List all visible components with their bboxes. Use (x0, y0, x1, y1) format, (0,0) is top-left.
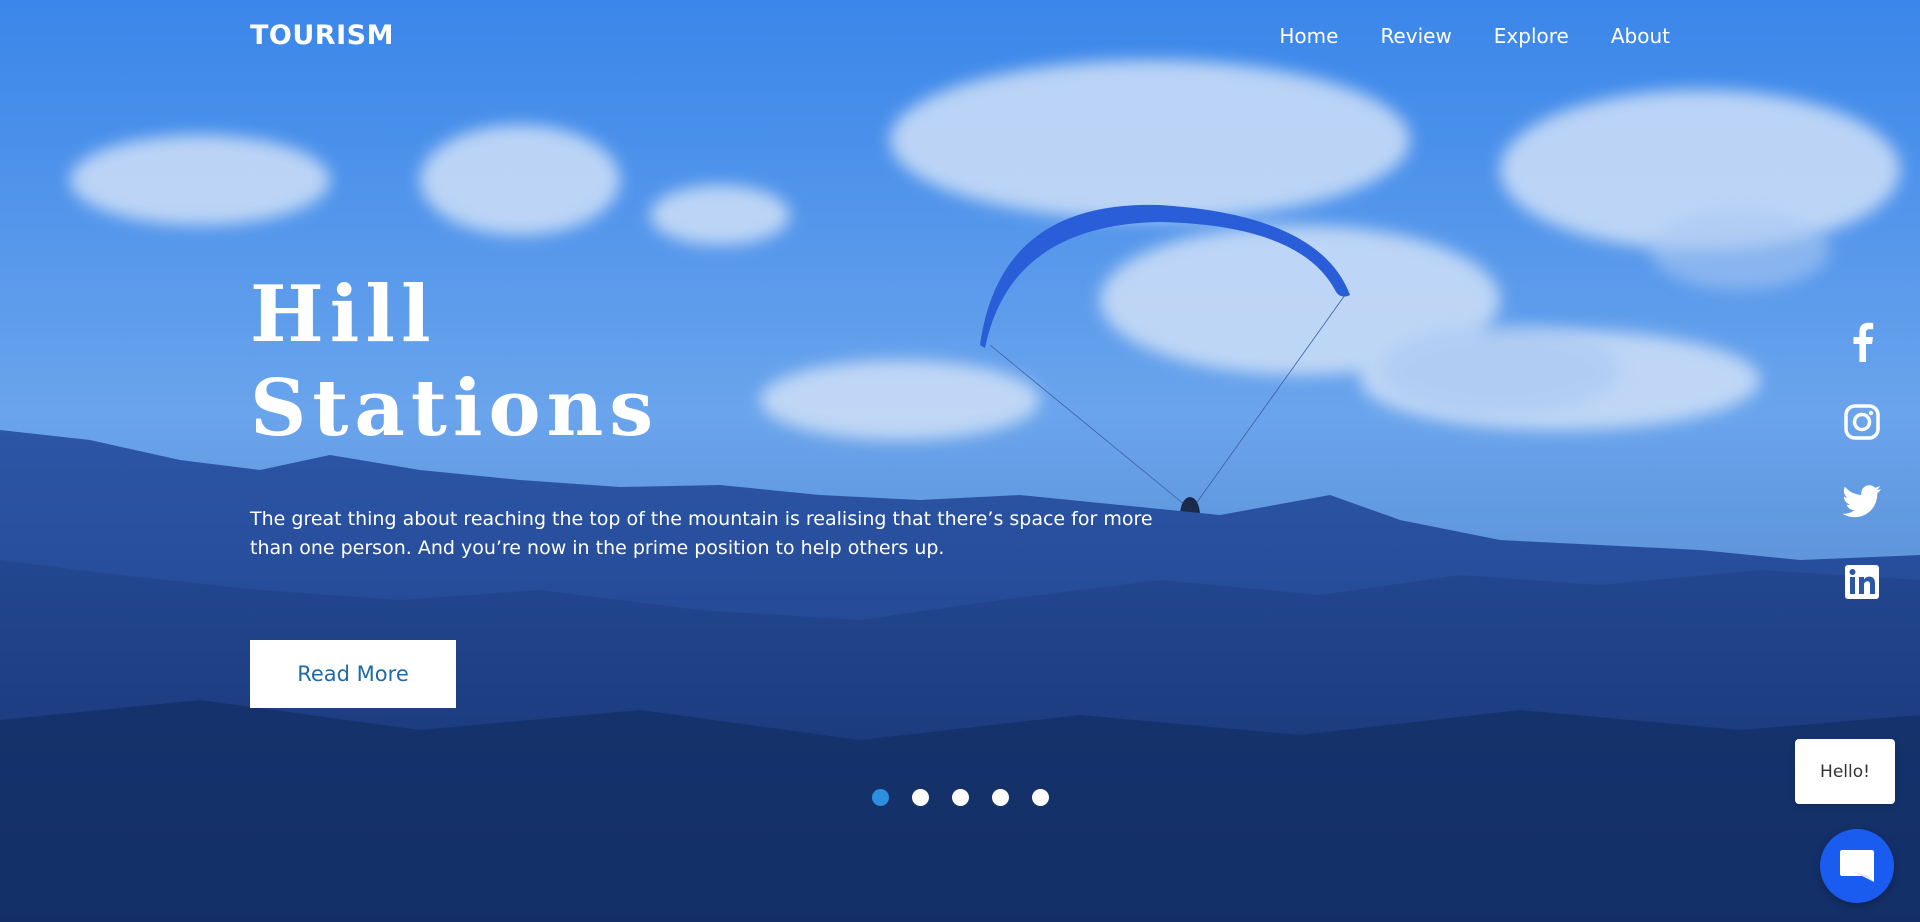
hero-section (0, 0, 1920, 922)
carousel-dot-2[interactable] (912, 789, 929, 806)
main-nav: Home Review Explore About (1279, 24, 1670, 48)
hero-title-line-1: Hill (250, 269, 437, 360)
twitter-icon[interactable] (1840, 480, 1884, 524)
carousel-dot-1[interactable] (872, 789, 889, 806)
top-navbar: TOURISM Home Review Explore About (250, 20, 1670, 56)
facebook-icon[interactable] (1840, 320, 1884, 364)
carousel-dot-4[interactable] (992, 789, 1009, 806)
hero-background-image (0, 0, 1920, 922)
read-more-button[interactable]: Read More (250, 640, 456, 708)
linkedin-icon[interactable] (1840, 560, 1884, 604)
chat-launcher-button[interactable] (1820, 829, 1894, 903)
hero-description-line-2: than one person. And you’re now in the p… (250, 537, 945, 559)
nav-link-home[interactable]: Home (1279, 24, 1338, 48)
hero-title: Hill Stations (250, 268, 659, 456)
hero-title-line-2: Stations (250, 363, 660, 454)
nav-link-review[interactable]: Review (1380, 24, 1451, 48)
chat-icon (1840, 850, 1874, 882)
carousel-dot-5[interactable] (1032, 789, 1049, 806)
hero-description-line-1: The great thing about reaching the top o… (250, 508, 1153, 530)
instagram-icon[interactable] (1840, 400, 1884, 444)
site-logo[interactable]: TOURISM (250, 20, 394, 51)
chat-greeting-bubble[interactable]: Hello! (1795, 739, 1895, 804)
hero-description: The great thing about reaching the top o… (250, 505, 1210, 563)
nav-link-about[interactable]: About (1611, 24, 1670, 48)
carousel-dot-3[interactable] (952, 789, 969, 806)
nav-link-explore[interactable]: Explore (1494, 24, 1569, 48)
carousel-dots (872, 789, 1049, 806)
